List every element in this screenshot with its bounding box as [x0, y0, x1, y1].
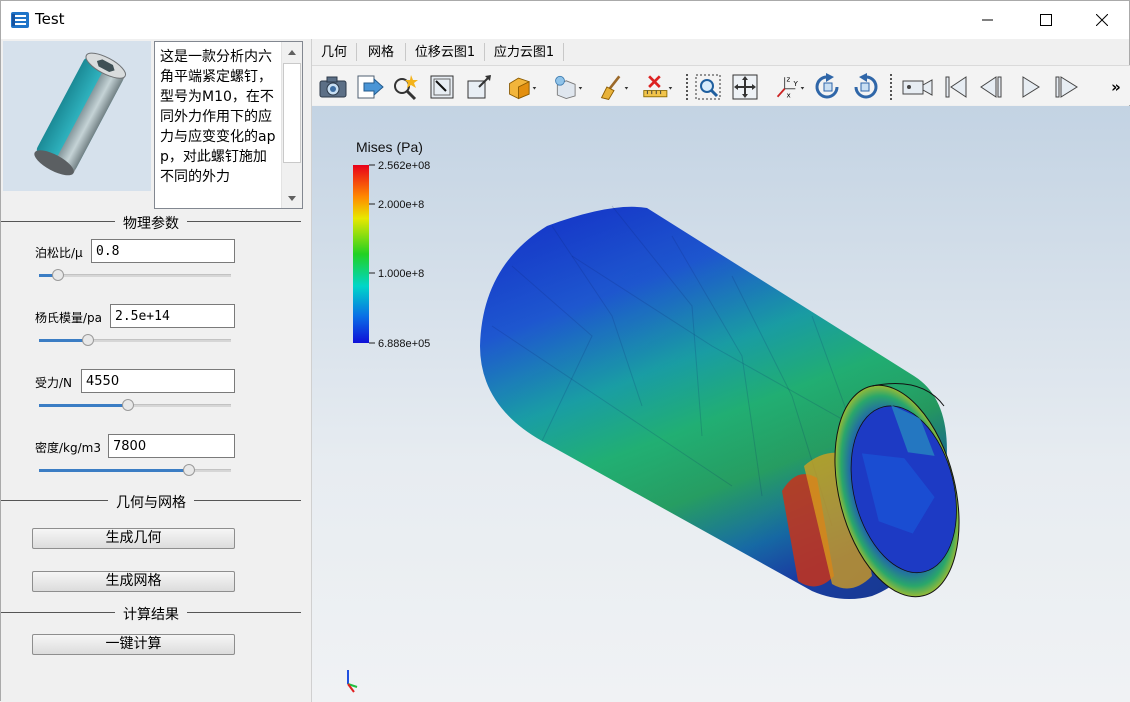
- viewer-panel: 几何 网格 位移云图1 应力云图1 z Y x » Mises (Pa) 2.5…: [311, 39, 1130, 702]
- force-label: 受力/N: [35, 376, 73, 390]
- results-group-title: 计算结果: [115, 607, 187, 623]
- bolt-thumbnail: [3, 41, 151, 191]
- svg-text:x: x: [786, 91, 790, 100]
- fit-icon[interactable]: [729, 71, 761, 103]
- colorbar: [353, 165, 369, 343]
- slider-fill: [39, 339, 88, 342]
- description-text: 这是一款分析内六角平端紧定螺钉，型号为M10，在不同外力作用下的应力与应变变化的…: [160, 49, 276, 185]
- cube-color-icon[interactable]: [506, 71, 538, 103]
- broom-icon[interactable]: [598, 71, 630, 103]
- slider-fill: [39, 469, 189, 472]
- description-box[interactable]: 这是一款分析内六角平端紧定螺钉，型号为M10，在不同外力作用下的应力与应变变化的…: [154, 41, 303, 209]
- next-frame-icon[interactable]: [1050, 71, 1082, 103]
- compute-button[interactable]: 一键计算: [32, 634, 235, 655]
- select-icon[interactable]: [426, 71, 458, 103]
- orientation-axes: [347, 670, 358, 693]
- export-icon[interactable]: [354, 71, 386, 103]
- poisson-input[interactable]: 0.8: [91, 239, 235, 263]
- density-input[interactable]: 7800: [108, 434, 235, 458]
- toolbar-separator: [890, 74, 892, 100]
- app-icon: [11, 12, 29, 28]
- chevron-down-icon: [288, 195, 296, 201]
- maximize-icon: [1040, 14, 1052, 26]
- box-icon[interactable]: [463, 71, 495, 103]
- poisson-slider[interactable]: [39, 268, 231, 282]
- play-icon[interactable]: [1014, 71, 1046, 103]
- force-slider[interactable]: [39, 398, 231, 412]
- title-bar: Test: [1, 1, 1129, 39]
- left-panel: 这是一款分析内六角平端紧定螺钉，型号为M10，在不同外力作用下的应力与应变变化的…: [1, 39, 311, 702]
- tab-bar: 几何 网格 位移云图1 应力云图1: [312, 39, 1130, 65]
- tab-separator: [563, 43, 564, 61]
- poisson-label: 泊松比/μ: [35, 246, 83, 260]
- axes-icon[interactable]: zYx: [774, 71, 806, 103]
- geometry-group-title: 几何与网格: [108, 495, 194, 511]
- window-title: Test: [35, 10, 65, 28]
- young-input[interactable]: 2.5e+14: [110, 304, 235, 328]
- tab-mesh[interactable]: 网格: [357, 41, 405, 65]
- camera-icon[interactable]: [317, 71, 349, 103]
- close-button[interactable]: [1073, 1, 1130, 39]
- prev-frame-icon[interactable]: [976, 71, 1008, 103]
- scroll-down-button[interactable]: [282, 188, 302, 208]
- density-slider[interactable]: [39, 463, 231, 477]
- results-group-header: 计算结果: [1, 604, 301, 623]
- svg-text:z: z: [786, 75, 790, 84]
- toolbar-separator: [686, 74, 688, 100]
- physics-group-title: 物理参数: [115, 216, 187, 232]
- chevron-up-icon: [288, 49, 296, 55]
- slider-handle[interactable]: [82, 334, 94, 346]
- app-window: Test 这是一款分析内六角平端紧定螺钉，型号为M10，在不同外力作用下的应力与…: [0, 0, 1130, 702]
- stress-plot: Mises (Pa) 2.562e+08 2.000e+8 1.000e+8 6…: [347, 139, 960, 693]
- wand-icon[interactable]: [389, 71, 421, 103]
- force-input[interactable]: 4550: [81, 369, 235, 393]
- toolbar-overflow-button[interactable]: »: [1106, 71, 1126, 103]
- geometry-group-header: 几何与网格: [1, 492, 301, 511]
- minimize-icon: [982, 19, 993, 21]
- description-scrollbar[interactable]: [281, 42, 302, 208]
- view-toolbar: zYx »: [312, 65, 1130, 105]
- slider-handle[interactable]: [183, 464, 195, 476]
- physics-group-header: 物理参数: [1, 213, 301, 232]
- legend-min: 6.888e+05: [378, 338, 430, 350]
- tab-geometry[interactable]: 几何: [312, 41, 356, 65]
- young-label: 杨氏模量/pa: [35, 311, 103, 325]
- young-slider[interactable]: [39, 333, 231, 347]
- 3d-viewport[interactable]: Mises (Pa) 2.562e+08 2.000e+8 1.000e+8 6…: [312, 106, 1130, 702]
- legend-title: Mises (Pa): [356, 139, 423, 155]
- ruler-icon[interactable]: [642, 71, 674, 103]
- close-icon: [1096, 14, 1108, 26]
- legend-tick-1: 1.000e+8: [378, 268, 424, 280]
- light-icon[interactable]: [552, 71, 584, 103]
- record-icon[interactable]: [902, 71, 934, 103]
- generate-geometry-button[interactable]: 生成几何: [32, 528, 235, 549]
- slider-fill: [39, 404, 128, 407]
- first-frame-icon[interactable]: [940, 71, 972, 103]
- density-label: 密度/kg/m3: [35, 441, 101, 455]
- legend-max: 2.562e+08: [378, 160, 430, 172]
- legend-tick-2: 2.000e+8: [378, 199, 424, 211]
- svg-text:Y: Y: [793, 79, 799, 88]
- maximize-button[interactable]: [1017, 1, 1075, 39]
- slider-track: [39, 274, 231, 277]
- generate-mesh-button[interactable]: 生成网格: [32, 571, 235, 592]
- rotate-cw-icon[interactable]: [812, 71, 844, 103]
- slider-handle[interactable]: [52, 269, 64, 281]
- tab-stress[interactable]: 应力云图1: [485, 41, 563, 65]
- rotate-ccw-icon[interactable]: [849, 71, 881, 103]
- scroll-thumb[interactable]: [283, 63, 301, 163]
- minimize-button[interactable]: [959, 1, 1017, 39]
- tab-displacement[interactable]: 位移云图1: [406, 41, 484, 65]
- slider-handle[interactable]: [122, 399, 134, 411]
- zoom-box-icon[interactable]: [692, 71, 724, 103]
- scroll-up-button[interactable]: [282, 42, 302, 62]
- bolt-model: [480, 205, 960, 600]
